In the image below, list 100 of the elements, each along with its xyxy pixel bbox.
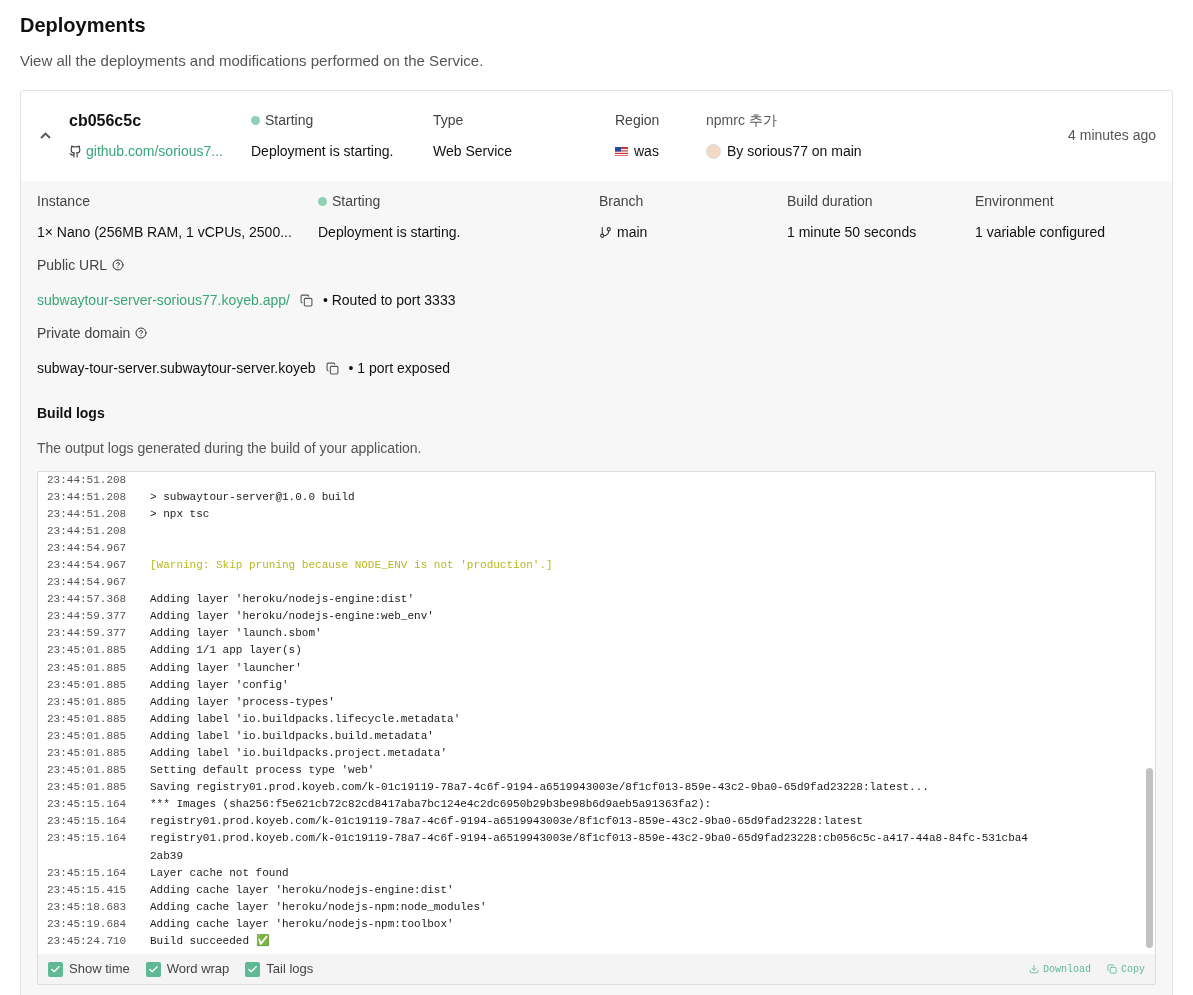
page-subtitle: View all the deployments and modifications performed on the Service. — [20, 51, 485, 71]
commit-author: By sorious77 on main — [727, 141, 862, 161]
log-timestamp: 23:45:01.885 — [47, 677, 128, 693]
log-message: > subwaytour-server@1.0.0 build — [150, 489, 355, 505]
copy-icon — [1107, 964, 1117, 975]
log-message: Layer cache not found — [150, 865, 289, 881]
log-message: *** Images (sha256:f5e621cb72c82cd8417aba7bc124e4c2dc6950b29b3be98b6d9aeb5a91363fa2): — [150, 797, 712, 813]
log-message: Adding label 'io.buildpacks.lifecycle.metadata' — [150, 711, 461, 727]
check-icon — [50, 963, 61, 975]
field-label: Public URL — [37, 255, 108, 275]
field-label: Instance — [37, 191, 91, 211]
status-label: Starting — [332, 191, 381, 211]
log-message: Adding layer 'heroku/nodejs-engine:web_env' — [150, 609, 434, 625]
log-timestamp: 23:44:51.208 — [47, 506, 128, 522]
branch-value: main — [617, 222, 648, 242]
log-timestamp: 23:45:19.684 — [47, 916, 128, 932]
log-message: Adding cache layer 'heroku/nodejs-npm:toolbox' — [150, 916, 454, 932]
log-timestamp: 23:44:51.208 — [47, 523, 128, 539]
region-value: was — [634, 141, 659, 161]
log-timestamp: 23:45:01.885 — [47, 746, 128, 761]
field-value: Web Service — [433, 141, 514, 161]
log-timestamp: 23:45:15.164 — [47, 814, 128, 830]
deployment-id: cb056c5c — [69, 111, 143, 131]
log-message: registry01.prod.koyeb.com/k-01c19119-78a7-4c6f-9194-a6519943003e/8f1cf013-859e-43c2-9ba0-65d9fad23228:cb056c5c-a417-44a8-84fc-531cba42ab39 — [150, 831, 1028, 864]
url-link[interactable]: subwaytour-server-sorious77.koyeb.app/ — [37, 289, 290, 311]
log-timestamp: 23:45:24.710 — [47, 934, 128, 950]
checkbox-square[interactable] — [48, 961, 63, 977]
copy-icon — [325, 361, 339, 375]
log-timestamp: 23:45:01.885 — [47, 643, 128, 659]
log-message: Setting default process type 'web' — [150, 763, 375, 779]
check-icon — [147, 963, 159, 975]
log-timestamp: 23:45:01.885 — [47, 728, 128, 744]
avatar — [706, 143, 721, 159]
log-timestamp: 23:45:15.164 — [47, 831, 128, 847]
log-message: Adding layer 'heroku/nodejs-engine:dist' — [150, 592, 415, 608]
log-timestamp: 23:44:59.377 — [47, 609, 128, 625]
field-label: Private domain — [37, 323, 131, 343]
log-timestamp: 23:45:15.164 — [47, 865, 128, 881]
chevron-up-icon — [39, 132, 51, 139]
domain-value: subway-tour-server.subwaytour-server.koyeb — [37, 358, 316, 378]
log-message: Adding cache layer 'heroku/nodejs-engine:dist' — [150, 882, 454, 898]
field-label: Environment — [975, 191, 1055, 211]
commit-message: npmrc 추가 — [706, 110, 778, 130]
log-timestamp: 23:44:57.368 — [47, 592, 128, 608]
log-message: registry01.prod.koyeb.com/k-01c19119-78a7-4c6f-9194-a6519943003e/8f1cf013-859e-43c2-9ba0-65d9fad23228:latest — [150, 814, 863, 830]
log-timestamp: 23:44:51.208 — [47, 489, 128, 505]
field-value: 1 variable configured — [975, 222, 1106, 242]
log-message: [Warning: Skip pruning because NODE_ENV is not 'production'.] — [150, 557, 553, 573]
option-checkbox[interactable]: Show time — [48, 959, 130, 979]
log-timestamp: 23:44:54.967 — [47, 575, 128, 591]
log-timestamp: 23:45:15.415 — [47, 882, 128, 898]
status-detail: Deployment is starting. — [318, 222, 462, 242]
log-timestamp: 23:44:51.208 — [47, 472, 128, 488]
log-message: Adding layer 'launch.sbom' — [150, 626, 322, 642]
status-detail: Deployment is starting. — [251, 141, 395, 161]
repo-link[interactable]: github.com/sorious7... — [69, 141, 251, 162]
log-message: Adding layer 'launcher' — [150, 660, 302, 676]
field-label: Build duration — [787, 191, 874, 211]
download-button[interactable]: Download — [1028, 961, 1091, 977]
field-label: Type — [433, 110, 465, 130]
log-message: Build succeeded ✅ — [150, 933, 270, 950]
check-icon — [247, 963, 259, 975]
option-checkbox[interactable]: Word wrap — [145, 959, 230, 979]
field-note: • Routed to port 3333 — [322, 290, 456, 310]
flag-icon — [615, 146, 628, 156]
field-label: Region — [615, 110, 661, 130]
log-message: Adding layer 'config' — [150, 677, 289, 693]
log-timestamp: 23:44:54.967 — [47, 557, 128, 573]
download-icon — [1028, 964, 1039, 975]
log-message: Saving registry01.prod.koyeb.com/k-01c19119-78a7-4c6f-9194-a6519943003e/8f1cf013-859e-43c2-9ba0-65d9fad23228:latest... — [150, 780, 929, 796]
section-title: Build logs — [37, 403, 106, 423]
deployment-time: 4 minutes ago — [1068, 126, 1156, 145]
github-icon — [69, 145, 82, 158]
section-description: The output logs generated during the build of your application. — [37, 438, 423, 458]
log-message: > npx tsc — [150, 506, 210, 522]
page-title: Deployments — [20, 13, 147, 38]
field-note: • 1 port exposed — [348, 358, 450, 378]
log-timestamp: 23:45:01.885 — [47, 780, 128, 796]
log-message: Adding cache layer 'heroku/nodejs-npm:node_modules' — [150, 899, 487, 915]
help-icon — [135, 327, 148, 339]
log-timestamp: 23:45:01.885 — [47, 711, 128, 727]
log-message: Adding 1/1 app layer(s) — [150, 643, 302, 659]
log-timestamp: 23:45:01.885 — [47, 694, 128, 710]
log-timestamp: 23:44:59.377 — [47, 626, 128, 642]
copy-icon — [299, 293, 313, 307]
log-timestamp: 23:45:15.164 — [47, 797, 128, 813]
checkbox-square[interactable] — [245, 961, 261, 977]
field-value: 1× Nano (256MB RAM, 1 vCPUs, 2500... — [37, 222, 293, 242]
log-message: Adding layer 'process-types' — [150, 694, 335, 710]
log-message: Adding label 'io.buildpacks.project.metadata' — [150, 746, 448, 761]
log-timestamp: 23:44:54.967 — [47, 540, 128, 556]
copy-button[interactable]: Copy — [1107, 961, 1145, 977]
status-label: Starting — [265, 110, 314, 130]
log-message: Adding label 'io.buildpacks.build.metadata' — [150, 728, 434, 744]
log-timestamp: 23:45:01.885 — [47, 763, 128, 779]
option-checkbox[interactable]: Tail logs — [245, 959, 314, 979]
field-label: Branch — [599, 191, 645, 211]
log-timestamp: 23:45:01.885 — [47, 660, 128, 676]
branch-icon — [599, 225, 612, 239]
checkbox-square[interactable] — [145, 961, 161, 977]
